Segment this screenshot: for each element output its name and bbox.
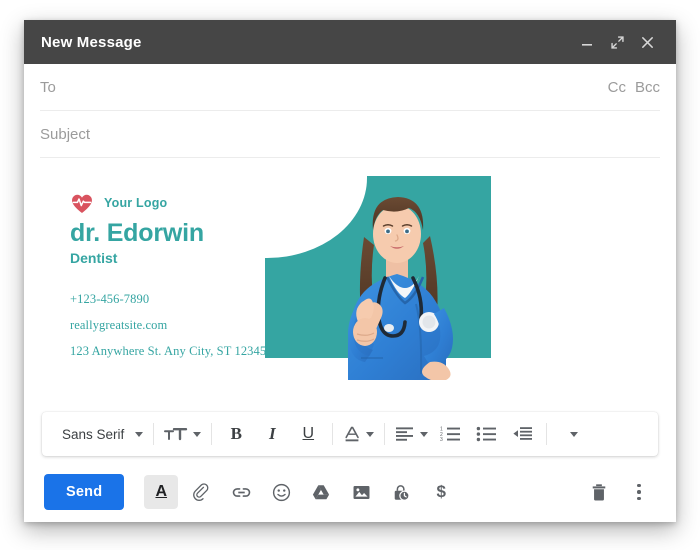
email-signature-card: Your Logo dr. Edorwin Dentist +123-456-7…: [24, 174, 676, 386]
chevron-down-icon: [569, 431, 578, 437]
title-bar: New Message: [24, 20, 676, 64]
subject-input[interactable]: Subject: [40, 126, 660, 143]
bold-button[interactable]: B: [218, 419, 254, 449]
more-options-icon[interactable]: [622, 475, 656, 509]
contact-website: reallygreatsite.com: [70, 318, 168, 332]
money-label: $: [436, 482, 446, 501]
to-field-row[interactable]: To Cc Bcc: [40, 64, 660, 111]
font-family-dropdown[interactable]: Sans Serif: [48, 419, 147, 449]
underline-label: U: [302, 425, 315, 442]
bcc-button[interactable]: Bcc: [635, 79, 660, 96]
discard-draft-icon[interactable]: [582, 475, 616, 509]
close-icon: [641, 36, 653, 48]
doctor-role: Dentist: [70, 250, 118, 266]
paperclip-icon: [192, 482, 209, 501]
expand-button[interactable]: [602, 27, 632, 57]
to-input[interactable]: To: [40, 79, 608, 96]
formatting-a-label: A: [155, 483, 168, 500]
more-format-dropdown[interactable]: [553, 419, 589, 449]
send-button[interactable]: Send: [44, 474, 125, 510]
lock-clock-icon: [394, 484, 410, 501]
expand-icon: [610, 35, 624, 49]
contact-address: 123 Anywhere St. Any City, ST 12345: [70, 344, 267, 358]
toolbar-divider: [546, 423, 548, 445]
signature-contact-block: +123-456-7890 reallygreatsite.com 123 An…: [70, 292, 300, 359]
format-toolbar: Sans Serif B I U 1 2 3: [42, 412, 658, 456]
chevron-down-icon: [135, 431, 144, 437]
numbered-list-icon: 1 2 3: [440, 426, 460, 442]
text-color-icon: [345, 426, 360, 442]
logo-text: Your Logo: [104, 196, 168, 210]
underline-button[interactable]: U: [290, 419, 326, 449]
photo-icon: [353, 485, 370, 499]
signature-brand-block: Your Logo dr. Edorwin Dentist: [70, 192, 285, 266]
minimize-icon: [582, 44, 592, 46]
three-dots-icon: [637, 483, 641, 501]
action-bar: Send A $: [24, 462, 676, 522]
format-toolbar-wrap: Sans Serif B I U 1 2 3: [24, 412, 676, 462]
toolbar-divider: [153, 423, 155, 445]
close-button[interactable]: [632, 27, 662, 57]
draft-actions-group: [576, 475, 656, 509]
italic-label: I: [268, 424, 276, 443]
confidential-mode-icon[interactable]: [384, 475, 418, 509]
indent-decrease-icon: [513, 427, 532, 440]
insert-money-icon[interactable]: $: [424, 475, 458, 509]
chevron-down-icon: [420, 431, 429, 437]
italic-button[interactable]: I: [254, 419, 290, 449]
svg-text:3: 3: [440, 437, 443, 442]
compose-window: New Message To Cc Bcc Subject Your Logo …: [24, 20, 676, 522]
attach-file-icon[interactable]: [184, 475, 218, 509]
insert-drive-icon[interactable]: [304, 475, 338, 509]
toolbar-divider: [211, 423, 213, 445]
numbered-list-button[interactable]: 1 2 3: [432, 419, 468, 449]
insert-emoji-icon[interactable]: [264, 475, 298, 509]
bold-label: B: [230, 424, 242, 443]
insert-link-icon[interactable]: [224, 475, 258, 509]
insert-photo-icon[interactable]: [344, 475, 378, 509]
minimize-button[interactable]: [572, 27, 602, 57]
message-body[interactable]: Your Logo dr. Edorwin Dentist +123-456-7…: [24, 158, 676, 412]
emoji-icon: [272, 483, 290, 501]
font-family-label: Sans Serif: [62, 426, 125, 442]
font-size-dropdown[interactable]: [160, 419, 205, 449]
chevron-down-icon: [193, 431, 202, 437]
text-color-dropdown[interactable]: [339, 419, 378, 449]
font-size-icon: [164, 428, 188, 441]
subject-field-row[interactable]: Subject: [40, 111, 660, 158]
bulleted-list-button[interactable]: [468, 419, 504, 449]
toolbar-divider: [332, 423, 334, 445]
google-drive-icon: [313, 485, 330, 500]
nurse-thumbs-up-photo: [348, 197, 453, 380]
heart-pulse-icon: [72, 194, 92, 213]
align-left-icon: [396, 427, 414, 441]
indent-less-button[interactable]: [504, 419, 540, 449]
cc-bcc-group: Cc Bcc: [608, 79, 660, 96]
align-dropdown[interactable]: [391, 419, 432, 449]
toolbar-divider: [384, 423, 386, 445]
compose-tools-group: A $: [138, 475, 458, 509]
contact-phone: +123-456-7890: [70, 292, 150, 306]
cc-button[interactable]: Cc: [608, 79, 626, 96]
doctor-name: dr. Edorwin: [70, 219, 204, 247]
window-title: New Message: [41, 33, 142, 51]
bulleted-list-icon: [476, 426, 496, 442]
chevron-down-icon: [366, 431, 375, 437]
link-icon: [232, 487, 251, 497]
trash-icon: [592, 483, 606, 500]
logo-row: Your Logo: [70, 192, 285, 214]
formatting-options-icon[interactable]: A: [144, 475, 179, 509]
